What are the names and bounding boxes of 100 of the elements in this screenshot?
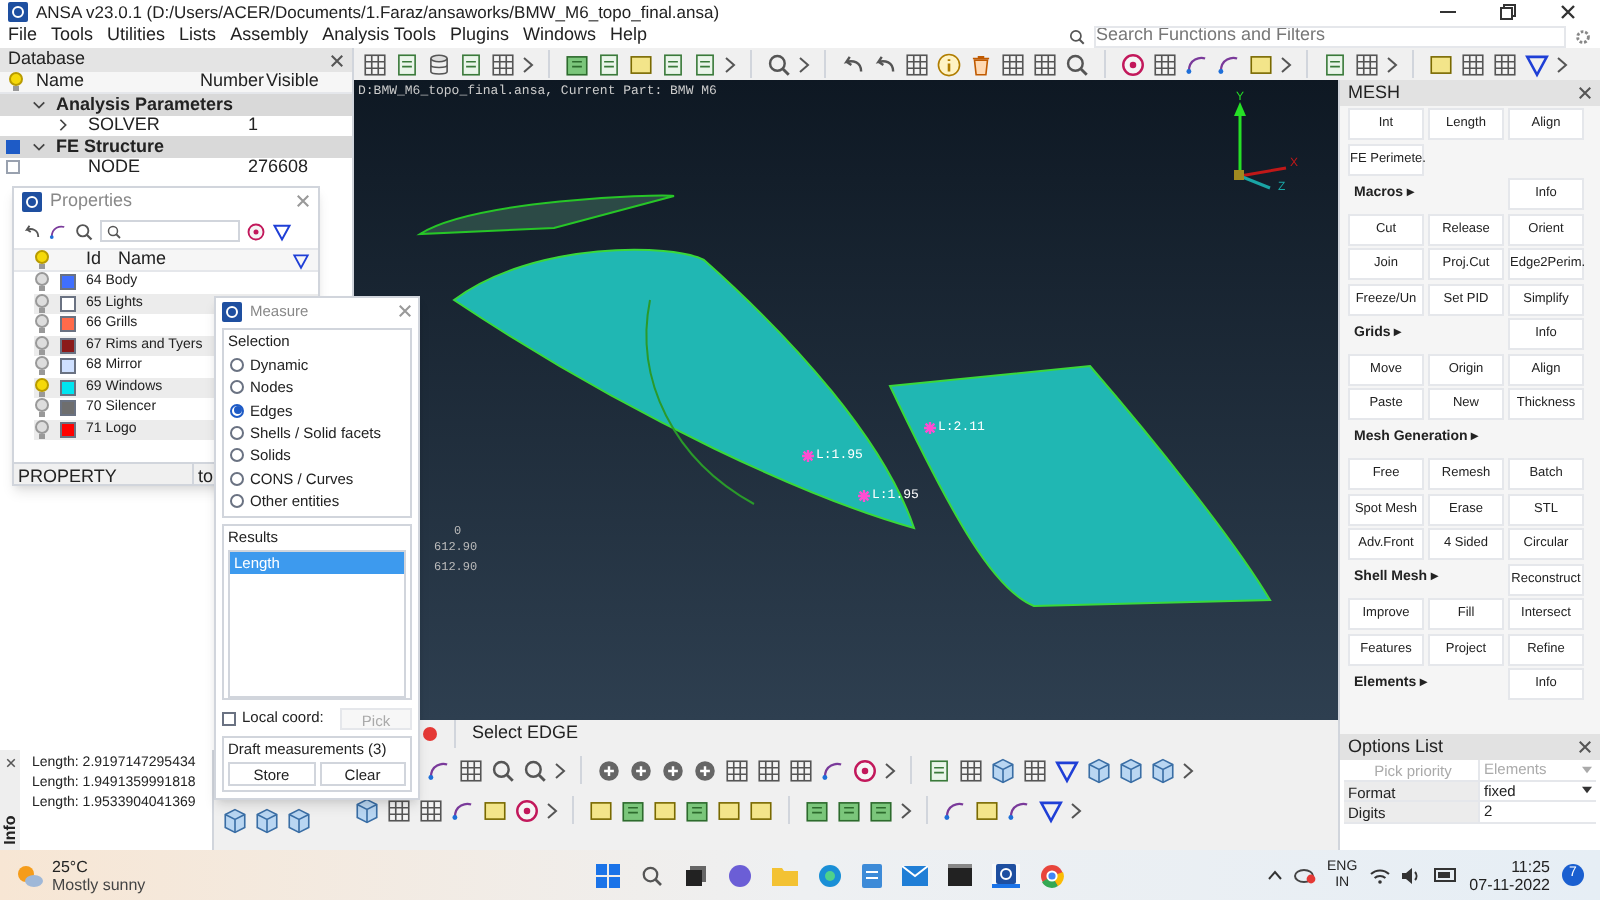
checkbox[interactable]: [6, 139, 20, 154]
chevron-icon[interactable]: [724, 55, 736, 73]
bulb-icon[interactable]: [34, 314, 50, 335]
triangle-icon[interactable]: [1054, 757, 1080, 783]
speaker-icon[interactable]: [1401, 867, 1422, 883]
grid-icon[interactable]: [1022, 757, 1048, 783]
search-icon[interactable]: [1064, 51, 1090, 77]
grid-icon[interactable]: [418, 797, 444, 823]
menu-item[interactable]: Assembly: [230, 22, 309, 50]
curve-icon[interactable]: [450, 797, 476, 823]
chrome-icon[interactable]: [1039, 863, 1064, 887]
cube-icon[interactable]: [354, 797, 380, 823]
chevron-icon[interactable]: [1556, 55, 1568, 73]
panel-icon[interactable]: [564, 51, 590, 77]
mail-icon[interactable]: [901, 865, 928, 885]
tree-item[interactable]: NODE: [88, 154, 248, 181]
grid-icon[interactable]: [1032, 51, 1058, 77]
search-icon[interactable]: [522, 757, 548, 783]
battery-icon[interactable]: [1433, 868, 1458, 882]
undo-arrow-icon[interactable]: [840, 51, 866, 77]
stop-icon[interactable]: [422, 726, 438, 742]
menu-item[interactable]: Utilities: [107, 22, 166, 50]
curve-icon[interactable]: [1006, 797, 1032, 823]
bulb-icon[interactable]: [34, 250, 50, 270]
undo-arrow-icon[interactable]: [872, 51, 898, 77]
document-icon[interactable]: [394, 51, 420, 77]
curve-icon[interactable]: [942, 797, 968, 823]
triangle-icon[interactable]: [1038, 797, 1064, 823]
grid-icon[interactable]: [1460, 51, 1486, 77]
frame-icon[interactable]: [628, 51, 654, 77]
menu-item[interactable]: Help: [610, 22, 648, 50]
chevron-icon[interactable]: [1070, 801, 1082, 819]
chevron-icon[interactable]: [900, 801, 912, 819]
search-icon[interactable]: [639, 863, 664, 887]
grid-icon[interactable]: [362, 51, 388, 77]
curve-icon[interactable]: [820, 757, 846, 783]
frame-icon[interactable]: [716, 797, 742, 823]
document-icon[interactable]: [692, 51, 718, 77]
chevron-icon[interactable]: [554, 761, 566, 779]
column-header[interactable]: Number: [200, 68, 266, 96]
cube-icon[interactable]: [254, 808, 280, 834]
grid-icon[interactable]: [1354, 51, 1380, 77]
bulb-icon[interactable]: [34, 398, 50, 419]
frame-icon[interactable]: [974, 797, 1000, 823]
close-icon[interactable]: [5, 758, 15, 768]
cube-icon[interactable]: [990, 757, 1016, 783]
column-header[interactable]: Name: [36, 68, 200, 96]
cloud-icon[interactable]: [1293, 866, 1315, 884]
search-icon[interactable]: [490, 757, 516, 783]
close-icon[interactable]: [1560, 4, 1576, 20]
cube-icon[interactable]: [1118, 757, 1144, 783]
restore-icon[interactable]: [1500, 4, 1516, 20]
info-icon[interactable]: [936, 51, 962, 77]
panel-icon[interactable]: [836, 797, 862, 823]
expand-chevron-icon[interactable]: [32, 97, 46, 112]
clock-time[interactable]: 11:25: [1511, 857, 1550, 875]
close-icon[interactable]: [330, 53, 344, 67]
circle-icon[interactable]: [246, 221, 266, 241]
chevron-icon[interactable]: [546, 801, 558, 819]
document-icon[interactable]: [458, 51, 484, 77]
plus-icon[interactable]: [628, 757, 654, 783]
grid-icon[interactable]: [904, 51, 930, 77]
bulb-icon[interactable]: [34, 419, 50, 440]
frame-icon[interactable]: [652, 797, 678, 823]
menu-item[interactable]: Plugins: [449, 22, 509, 50]
chevron-icon[interactable]: [798, 55, 810, 73]
curve-icon[interactable]: [1184, 51, 1210, 77]
menu-item[interactable]: File: [8, 22, 38, 50]
grid-icon[interactable]: [1000, 51, 1026, 77]
grid-icon[interactable]: [788, 757, 814, 783]
document-icon[interactable]: [660, 51, 686, 77]
frame-icon[interactable]: [588, 797, 614, 823]
grid-icon[interactable]: [958, 757, 984, 783]
checkbox[interactable]: [222, 711, 236, 726]
menu-item[interactable]: Analysis Tools: [322, 22, 436, 50]
document-icon[interactable]: [1322, 51, 1348, 77]
window-stack-icon[interactable]: [683, 863, 708, 887]
panel-icon[interactable]: [804, 797, 830, 823]
expand-chevron-icon[interactable]: [32, 139, 46, 154]
chevron-icon[interactable]: [1386, 55, 1398, 73]
grid-icon[interactable]: [756, 757, 782, 783]
undo-arrow-icon[interactable]: [22, 221, 42, 241]
search-icon[interactable]: [766, 51, 792, 77]
frame-icon[interactable]: [1428, 51, 1454, 77]
menu-item[interactable]: Tools: [51, 22, 94, 50]
grid-icon[interactable]: [386, 797, 412, 823]
panel-icon[interactable]: [684, 797, 710, 823]
database-icon[interactable]: [426, 51, 452, 77]
weather-temperature[interactable]: 25°C: [52, 857, 146, 875]
bulb-icon[interactable]: [34, 293, 50, 314]
settings-icon[interactable]: [1574, 27, 1592, 45]
cube-icon[interactable]: [222, 808, 248, 834]
trash-icon[interactable]: [968, 51, 994, 77]
expand-chevron-icon[interactable]: [56, 118, 70, 133]
document-icon[interactable]: [926, 757, 952, 783]
grid-icon[interactable]: [1492, 51, 1518, 77]
grid-icon[interactable]: [1152, 51, 1178, 77]
bulb-icon[interactable]: [34, 356, 50, 377]
checkbox[interactable]: [6, 160, 20, 175]
clock-date[interactable]: 07-11-2022: [1469, 875, 1550, 893]
